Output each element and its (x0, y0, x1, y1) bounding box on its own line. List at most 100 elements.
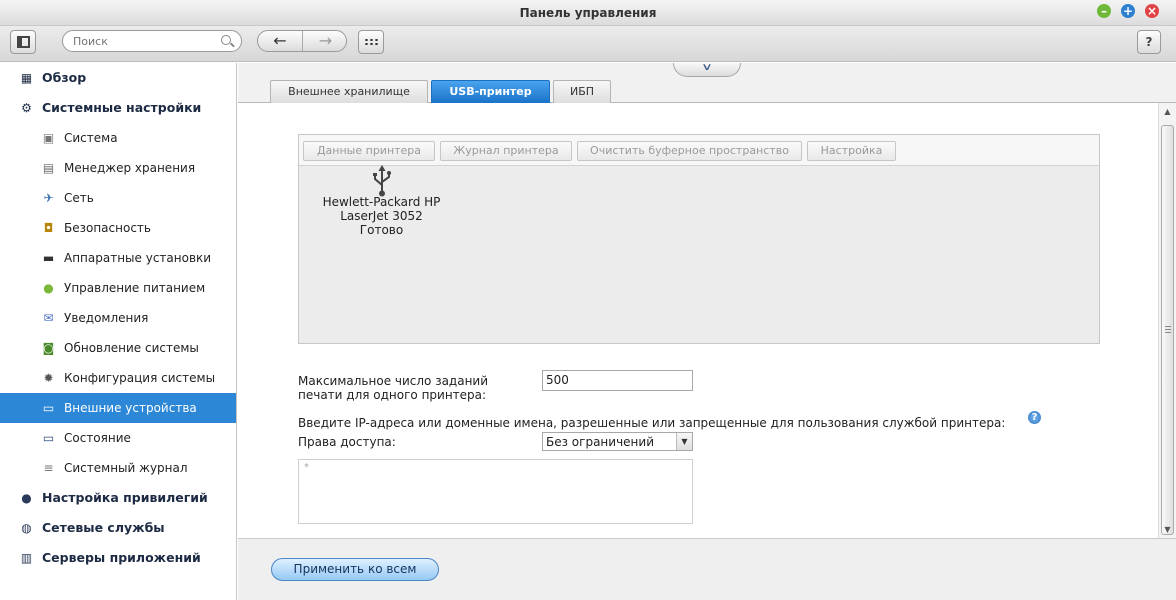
sidebar-item-label: Обзор (42, 70, 87, 85)
printer-status: Готово (359, 223, 404, 237)
search-icon[interactable] (221, 35, 231, 45)
sidebar-item-system-log[interactable]: ≡ Системный журнал (0, 453, 236, 483)
grid-dots-icon (364, 38, 378, 46)
printer-name-line2: LaserJet 3052 (340, 209, 423, 223)
gear-icon: ⚙ (21, 101, 32, 115)
sidebar-item-label: Уведомления (64, 311, 149, 325)
search-input[interactable] (73, 34, 218, 49)
footer-bar: Применить ко всем (238, 538, 1176, 600)
storage-icon: ▤ (42, 161, 55, 175)
lock-icon: ◘ (43, 221, 54, 235)
sidebar-item-label: Сетевые службы (42, 520, 165, 535)
usb-icon[interactable] (371, 165, 393, 197)
globe-icon: ◍ (21, 521, 32, 535)
chevron-down-icon: ∨ (701, 62, 713, 73)
sidebar-item-label: Обновление системы (64, 341, 199, 355)
sidebar-item-label: Серверы приложений (42, 550, 201, 565)
chevron-down-icon[interactable]: ▼ (676, 433, 692, 450)
vertical-scrollbar[interactable]: ▲ ▼ (1158, 103, 1176, 538)
close-button[interactable]: × (1145, 4, 1159, 18)
printer-settings-button[interactable]: Настройка (807, 141, 896, 161)
max-jobs-label-line2: печати для одного принтера: (298, 388, 487, 402)
sidebar-item-system-config[interactable]: ✹ Конфигурация системы (0, 363, 236, 393)
printer-panel: Данные принтера Журнал принтера Очистить… (298, 134, 1100, 344)
max-jobs-input[interactable]: 500 (542, 370, 693, 391)
home-button[interactable] (10, 30, 36, 54)
tab-external-storage[interactable]: Внешнее хранилище (270, 80, 428, 103)
ip-list-textarea[interactable]: * (298, 459, 693, 524)
search-box[interactable] (62, 30, 242, 52)
forward-button[interactable]: → (303, 31, 346, 51)
max-jobs-label: Максимальное число заданий печати для од… (298, 374, 488, 402)
sidebar-item-system-settings[interactable]: ⚙ Системные настройки (0, 93, 236, 123)
sidebar-item-label: Внешние устройства (64, 401, 197, 415)
tab-bar: ∨ Внешнее хранилище USB-принтер ИБП (238, 63, 1176, 103)
ip-access-label: Введите IP-адреса или доменные имена, ра… (298, 416, 1006, 430)
sidebar-item-app-servers[interactable]: ▥ Серверы приложений (0, 543, 236, 573)
scroll-down-icon[interactable]: ▼ (1159, 521, 1176, 538)
sidebar-item-label: Аппаратные установки (64, 251, 212, 265)
sidebar-item-label: Системный журнал (64, 461, 188, 475)
max-jobs-label-line1: Максимальное число заданий (298, 374, 489, 388)
access-rights-select[interactable]: Без ограничений ▼ (542, 432, 693, 451)
sidebar-item-network-services[interactable]: ◍ Сетевые службы (0, 513, 236, 543)
sidebar-item-system-update[interactable]: ◙ Обновление системы (0, 333, 236, 363)
sidebar-item-storage-manager[interactable]: ▤ Менеджер хранения (0, 153, 236, 183)
sidebar-item-network[interactable]: ✈ Сеть (0, 183, 236, 213)
user-icon: ● (21, 491, 32, 505)
system-icon: ▣ (42, 131, 55, 145)
toolbar: ← → ? (0, 26, 1176, 62)
navigation-group: ← → (257, 30, 347, 52)
printer-log-button[interactable]: Журнал принтера (440, 141, 572, 161)
printer-name-line1: Hewlett-Packard HP (322, 195, 441, 209)
printer-item[interactable]: Hewlett-Packard HP LaserJet 3052 Готово (309, 195, 454, 237)
apply-to-all-button[interactable]: Применить ко всем (271, 558, 439, 581)
sidebar-item-label: Сеть (64, 191, 94, 205)
window-title: Панель управления (519, 6, 657, 20)
collapse-toolbar-button[interactable]: ∨ (673, 63, 741, 77)
help-button[interactable]: ? (1137, 30, 1161, 54)
sidebar-item-external-devices[interactable]: ▭ Внешние устройства (0, 393, 236, 423)
clear-spool-button[interactable]: Очистить буферное пространство (577, 141, 802, 161)
grid-icon: ▦ (20, 71, 33, 85)
sidebar-item-power[interactable]: ● Управление питанием (0, 273, 236, 303)
sidebar-item-label: Управление питанием (64, 281, 206, 295)
monitor-icon: ▭ (42, 431, 55, 445)
access-rights-value: Без ограничений (546, 435, 654, 449)
sidebar-item-hardware[interactable]: ▬ Аппаратные установки (0, 243, 236, 273)
sidebar-item-label: Состояние (64, 431, 131, 445)
tab-usb-printer[interactable]: USB-принтер (431, 80, 550, 103)
scroll-up-icon[interactable]: ▲ (1159, 103, 1176, 120)
sidebar: ▦ Обзор ⚙ Системные настройки ▣ Система … (0, 63, 237, 600)
back-button[interactable]: ← (258, 31, 303, 51)
sidebar-item-label: Безопасность (64, 221, 151, 235)
sidebar-item-system[interactable]: ▣ Система (0, 123, 236, 153)
external-device-icon: ▭ (42, 401, 55, 415)
sidebar-item-privileges[interactable]: ● Настройка привилегий (0, 483, 236, 513)
minimize-button[interactable]: – (1097, 4, 1111, 18)
sidebar-item-label: Настройка привилегий (42, 490, 208, 505)
sidebar-item-label: Менеджер хранения (64, 161, 196, 175)
sidebar-item-notifications[interactable]: ✉ Уведомления (0, 303, 236, 333)
apps-grid-button[interactable] (358, 30, 384, 54)
help-icon[interactable]: ? (1028, 411, 1041, 424)
scrollbar-thumb[interactable] (1161, 125, 1174, 535)
access-rights-label: Права доступа: (298, 435, 396, 449)
tab-ups[interactable]: ИБП (553, 80, 611, 103)
sidebar-item-label: Система (64, 131, 118, 145)
sidebar-item-label: Конфигурация системы (64, 371, 216, 385)
sidebar-item-status[interactable]: ▭ Состояние (0, 423, 236, 453)
power-bulb-icon: ● (43, 281, 54, 295)
maximize-button[interactable]: + (1121, 4, 1135, 18)
app-server-icon: ▥ (20, 551, 33, 565)
notification-icon: ✉ (43, 311, 54, 325)
config-icon: ✹ (43, 371, 54, 385)
printer-info-button[interactable]: Данные принтера (303, 141, 435, 161)
textarea-placeholder: * (304, 462, 309, 473)
grip-icon (1165, 326, 1171, 334)
sidebar-item-security[interactable]: ◘ Безопасность (0, 213, 236, 243)
sidebar-item-overview[interactable]: ▦ Обзор (0, 63, 236, 93)
log-icon: ≡ (43, 461, 54, 475)
title-bar: Панель управления – + × (0, 0, 1176, 26)
sidebar-item-label: Системные настройки (42, 100, 202, 115)
